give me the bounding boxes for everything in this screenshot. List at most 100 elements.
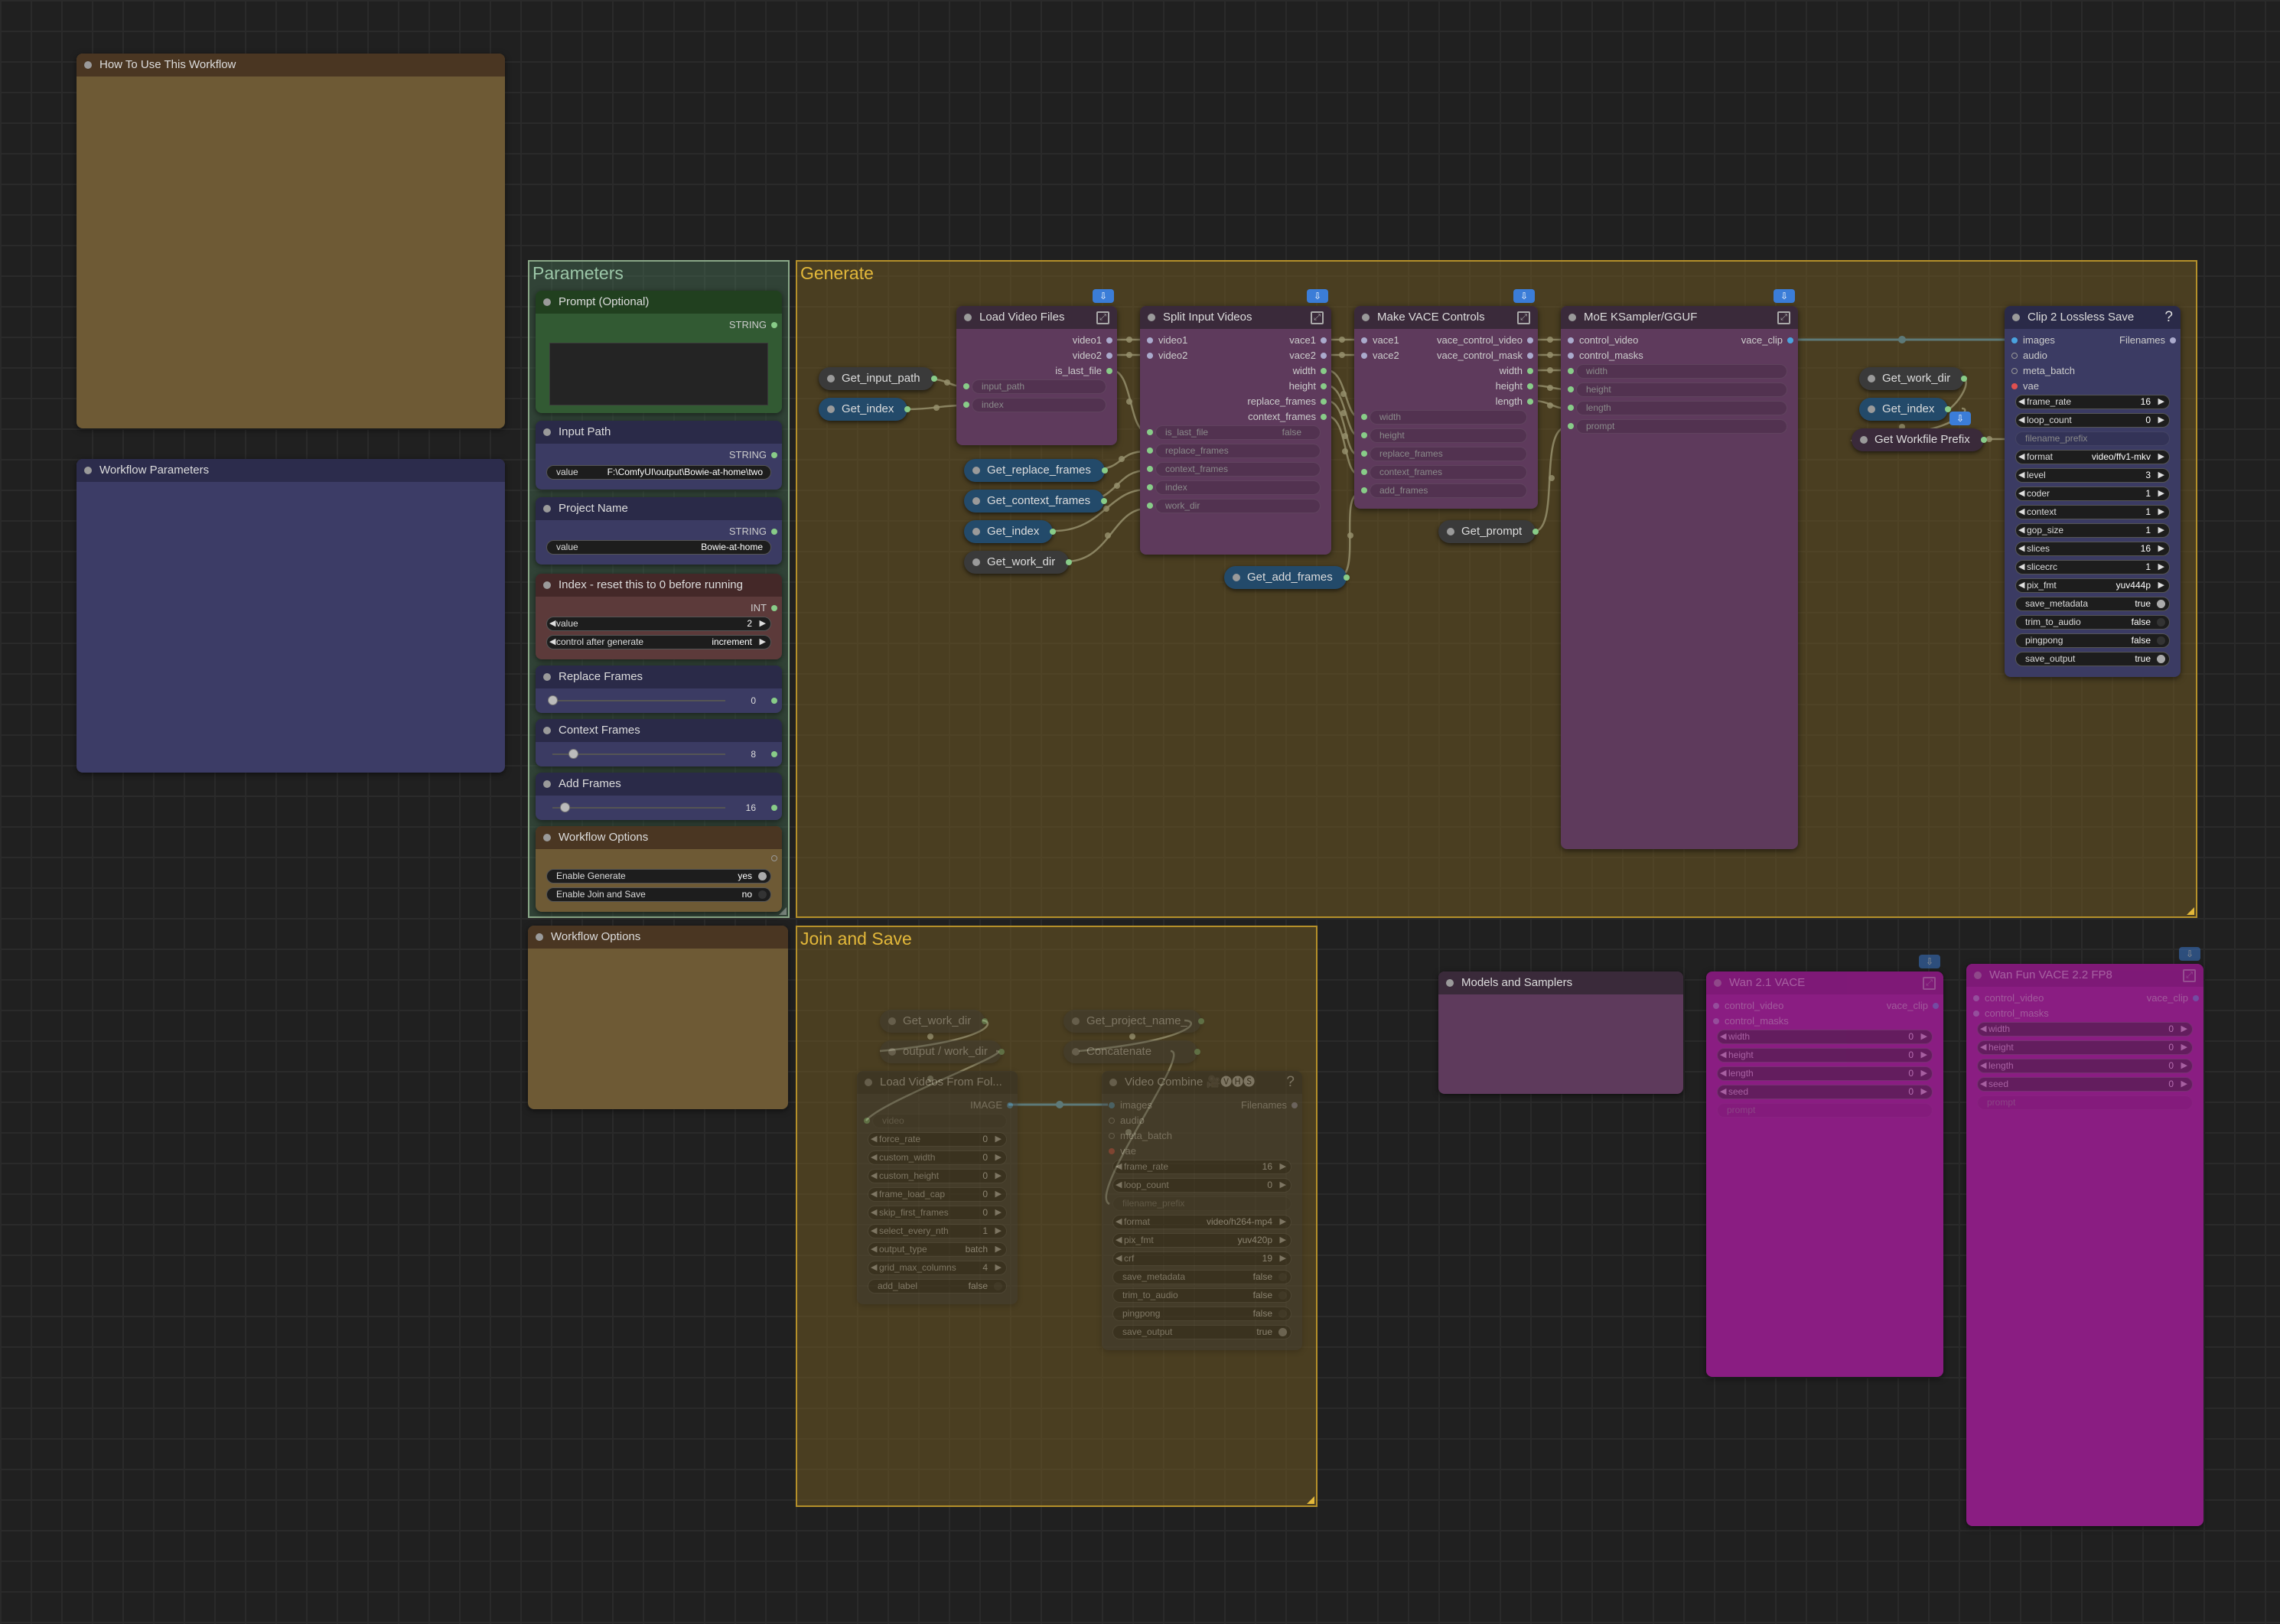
output-type-widget[interactable]: ◀ output_type ▶ batch: [868, 1242, 1007, 1257]
input-socket-icon[interactable]: [1568, 368, 1574, 374]
subgraph-badge-icon[interactable]: ⇩: [1774, 289, 1795, 303]
resize-handle-icon[interactable]: [1307, 1496, 1314, 1504]
node-context-frames[interactable]: Context Frames 8: [536, 719, 782, 766]
add-label-widget[interactable]: add_label false: [868, 1279, 1007, 1294]
decrement-icon[interactable]: ◀: [1116, 1179, 1122, 1192]
pingpong-widget[interactable]: pingpong false: [2015, 633, 2170, 648]
height-widget[interactable]: height: [1576, 382, 1787, 397]
input-socket-icon[interactable]: [1147, 337, 1153, 343]
subgraph-badge-icon[interactable]: ⇩: [2179, 947, 2200, 961]
custom-height-widget[interactable]: ◀ custom_height ▶ 0: [868, 1169, 1007, 1183]
collapse-dot-icon[interactable]: [888, 1017, 896, 1025]
decrement-icon[interactable]: ◀: [871, 1206, 877, 1219]
increment-icon[interactable]: ▶: [995, 1188, 1002, 1201]
get-index-node-2[interactable]: Get_index: [964, 520, 1057, 543]
input-socket-icon[interactable]: [2011, 337, 2018, 343]
project-name-field[interactable]: value Bowie-at-home: [546, 540, 771, 555]
grid-max-columns-widget[interactable]: ◀ grid_max_columns ▶ 4: [868, 1261, 1007, 1275]
collapse-dot-icon[interactable]: [1446, 979, 1454, 987]
collapse-dot-icon[interactable]: [1868, 375, 1875, 382]
increment-icon[interactable]: ▶: [760, 636, 766, 649]
input-socket-icon[interactable]: [1973, 995, 1979, 1001]
input-socket-icon[interactable]: [2011, 383, 2018, 389]
decrement-icon[interactable]: ◀: [2018, 487, 2024, 500]
increment-icon[interactable]: ▶: [2158, 524, 2164, 537]
collapse-dot-icon[interactable]: [1109, 1079, 1117, 1086]
get-work-dir-node-2[interactable]: Get_work_dir: [1859, 367, 1968, 390]
help-icon[interactable]: ?: [2164, 309, 2173, 326]
width-widget[interactable]: width: [1576, 364, 1787, 379]
node-prompt-optional[interactable]: Prompt (Optional) STRING: [536, 291, 782, 413]
output-socket-icon[interactable]: [771, 322, 777, 328]
increment-icon[interactable]: ▶: [2158, 395, 2164, 408]
decrement-icon[interactable]: ◀: [549, 617, 555, 630]
collapse-dot-icon[interactable]: [972, 497, 980, 505]
output-socket-icon[interactable]: [1787, 337, 1793, 343]
input-socket-icon[interactable]: [1713, 1003, 1719, 1009]
input-socket-icon[interactable]: [1109, 1118, 1115, 1124]
output-socket-icon[interactable]: [1527, 383, 1533, 389]
output-socket-icon[interactable]: [1197, 1018, 1204, 1024]
filename-prefix-widget[interactable]: filename_prefix: [2015, 431, 2170, 446]
node-split-input-videos[interactable]: Split Input Videos ⤢ video1 vace1 video2 va…: [1140, 306, 1331, 555]
collapse-dot-icon[interactable]: [972, 467, 980, 474]
get-context-frames-node[interactable]: Get_context_frames: [964, 490, 1108, 513]
input-socket-icon[interactable]: [1973, 1011, 1979, 1017]
slider-knob[interactable]: [568, 749, 579, 759]
decrement-icon[interactable]: ◀: [871, 1170, 877, 1183]
select-every-nth-widget[interactable]: ◀ select_every_nth ▶ 1: [868, 1224, 1007, 1238]
subgraph-badge-icon[interactable]: ⇩: [1513, 289, 1535, 303]
context-widget[interactable]: ◀ context ▶ 1: [2015, 505, 2170, 519]
format-widget[interactable]: ◀ format ▶ video/h264-mp4: [1112, 1215, 1291, 1229]
decrement-icon[interactable]: ◀: [1720, 1030, 1726, 1043]
toggle-icon[interactable]: [1278, 1273, 1287, 1281]
note-workflow-parameters[interactable]: Workflow Parameters: [77, 459, 505, 773]
output-socket-icon[interactable]: [930, 376, 937, 382]
node-clip-lossless-save[interactable]: Clip 2 Lossless Save? images Filenames au…: [2005, 306, 2181, 677]
pix-fmt-widget[interactable]: ◀ pix_fmt ▶ yuv420p: [1112, 1233, 1291, 1248]
collapse-dot-icon[interactable]: [543, 505, 551, 513]
node-project-name[interactable]: Project Name STRING value Bowie-at-home: [536, 497, 782, 565]
input-socket-icon[interactable]: [1568, 337, 1574, 343]
input-socket-icon[interactable]: [2011, 368, 2018, 374]
note-workflow-options[interactable]: Workflow Options: [528, 926, 788, 1109]
enable-join-save-toggle[interactable]: Enable Join and Save no: [546, 887, 771, 902]
enable-generate-toggle[interactable]: Enable Generate yes: [546, 869, 771, 884]
collapse-dot-icon[interactable]: [972, 558, 980, 566]
collapse-dot-icon[interactable]: [543, 428, 551, 436]
slices-widget[interactable]: ◀ slices ▶ 16: [2015, 542, 2170, 556]
slider-knob[interactable]: [559, 802, 570, 812]
prompt-textarea[interactable]: [549, 343, 768, 405]
increment-icon[interactable]: ▶: [2158, 561, 2164, 574]
expand-icon[interactable]: ⤢: [1777, 311, 1790, 324]
subgraph-badge-icon[interactable]: ⇩: [1949, 412, 1971, 425]
gop-size-widget[interactable]: ◀ gop_size ▶ 1: [2015, 523, 2170, 538]
output-socket-icon[interactable]: [1343, 574, 1350, 581]
input-socket-icon[interactable]: [1713, 1018, 1719, 1024]
input-socket-icon[interactable]: [1147, 429, 1153, 435]
collapse-dot-icon[interactable]: [1233, 574, 1240, 581]
decrement-icon[interactable]: ◀: [871, 1225, 877, 1238]
decrement-icon[interactable]: ◀: [2018, 469, 2024, 482]
collapse-dot-icon[interactable]: [964, 314, 972, 321]
decrement-icon[interactable]: ◀: [2018, 542, 2024, 555]
expand-icon[interactable]: ⤢: [1923, 977, 1936, 990]
decrement-icon[interactable]: ◀: [2018, 524, 2024, 537]
output-socket-icon[interactable]: [771, 529, 777, 535]
increment-icon[interactable]: ▶: [2181, 1023, 2187, 1036]
replace-frames-widget[interactable]: replace_frames: [1155, 444, 1321, 458]
output-socket-icon[interactable]: [771, 855, 777, 861]
seed-widget[interactable]: ◀ seed ▶ 0: [1977, 1077, 2193, 1092]
output-socket-icon[interactable]: [1527, 399, 1533, 405]
toggle-icon[interactable]: [1278, 1291, 1287, 1300]
node-index[interactable]: Index - reset this to 0 before running I…: [536, 574, 782, 659]
node-replace-frames[interactable]: Replace Frames 0: [536, 666, 782, 713]
collapse-dot-icon[interactable]: [84, 61, 92, 69]
output-socket-icon[interactable]: [1980, 437, 1987, 443]
increment-icon[interactable]: ▶: [2158, 506, 2164, 519]
node-load-videos-from-folder[interactable]: Load Videos From Fol... IMAGE video ◀ for…: [857, 1071, 1018, 1304]
slicecrc-widget[interactable]: ◀ slicecrc ▶ 1: [2015, 560, 2170, 574]
subgraph-badge-icon[interactable]: ⇩: [1093, 289, 1114, 303]
width-widget[interactable]: ◀ width ▶ 0: [1977, 1022, 2193, 1037]
collapse-dot-icon[interactable]: [1447, 528, 1454, 535]
